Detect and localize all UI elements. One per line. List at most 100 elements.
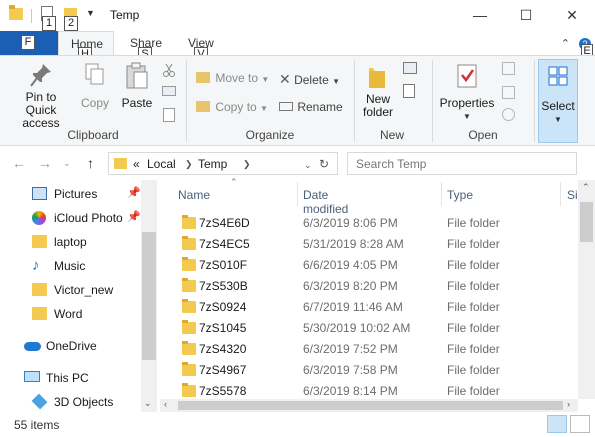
folder-icon <box>182 362 196 376</box>
window-title: Temp <box>110 8 140 22</box>
navigation-bar: ← → ⌄ ↑ « Local ❯ Temp ❯ ⌄ ↻ Search Temp <box>0 147 595 180</box>
back-arrow-icon[interactable]: ← <box>12 155 26 171</box>
nav-item-3d-objects[interactable]: 3D Objects <box>0 390 140 414</box>
horizontal-scroll-thumb[interactable] <box>178 401 563 410</box>
breadcrumb-temp[interactable]: Temp <box>198 157 227 171</box>
new-item-icon[interactable] <box>403 62 417 74</box>
file-name: 7zS010F <box>199 258 248 272</box>
file-keytip: F <box>21 35 35 50</box>
pin-to-quick-access-button[interactable]: Pin to Quick access <box>6 62 76 130</box>
customize-qat-icon[interactable]: ▼ <box>86 8 95 18</box>
search-input[interactable]: Search Temp <box>347 152 577 175</box>
file-row[interactable]: 7zS4967 6/3/2019 7:58 PM File folder <box>170 360 560 381</box>
file-row[interactable]: 7zS4320 6/3/2019 7:52 PM File folder <box>170 339 560 360</box>
file-row[interactable]: 7zS010F 6/6/2019 4:05 PM File folder <box>170 255 560 276</box>
copy-path-icon[interactable] <box>162 86 176 96</box>
file-row[interactable]: 7zS0924 6/7/2019 11:46 AM File folder <box>170 297 560 318</box>
copy-button[interactable]: Copy <box>78 62 112 110</box>
column-divider[interactable] <box>441 182 442 206</box>
pin-icon[interactable]: 📌 <box>127 210 141 223</box>
file-row[interactable]: 7zS4EC5 5/31/2019 8:28 AM File folder <box>170 234 560 255</box>
file-type: File folder <box>447 300 500 314</box>
edit-icon[interactable] <box>502 86 515 99</box>
nav-item-word[interactable]: Word <box>0 302 140 326</box>
easy-access-icon[interactable] <box>403 84 415 98</box>
column-divider[interactable] <box>560 182 561 206</box>
breadcrumb-local[interactable]: Local <box>147 157 176 171</box>
nav-pane-scroll-thumb[interactable] <box>142 232 156 360</box>
file-row[interactable]: 7zS530B 6/3/2019 8:20 PM File folder <box>170 276 560 297</box>
file-date: 6/6/2019 4:05 PM <box>303 258 398 272</box>
vertical-scroll-thumb[interactable] <box>580 202 593 242</box>
scroll-up-icon[interactable]: ⌃ <box>582 182 590 193</box>
file-list-vertical-scrollbar[interactable]: ⌃ <box>578 180 595 399</box>
select-icon <box>548 66 568 86</box>
details-view-icon[interactable] <box>547 415 567 433</box>
select-button[interactable]: Select ▼ <box>538 59 578 143</box>
tab-file[interactable]: F <box>0 31 58 55</box>
file-date: 6/7/2019 11:46 AM <box>303 300 403 314</box>
open-icon[interactable] <box>502 62 515 75</box>
nav-item-pictures[interactable]: Pictures 📌 <box>0 182 141 206</box>
keytip-1: 1 <box>42 16 56 31</box>
pin-icon[interactable]: 📌 <box>127 186 141 199</box>
scroll-down-icon[interactable]: ⌄ <box>144 398 152 409</box>
keytip-2: 2 <box>64 16 78 31</box>
minimize-button[interactable]: — <box>457 0 503 31</box>
file-type: File folder <box>447 321 500 335</box>
large-icons-view-icon[interactable] <box>570 415 590 433</box>
folder-icon <box>182 257 196 271</box>
address-dropdown-icon[interactable]: ⌄ <box>304 160 312 171</box>
nav-item-laptop[interactable]: laptop <box>0 230 140 254</box>
this-pc-icon <box>24 371 40 382</box>
cut-icon[interactable] <box>162 63 176 80</box>
address-overflow[interactable]: « <box>133 157 140 171</box>
history-icon[interactable] <box>502 108 515 121</box>
rename-button[interactable]: Rename <box>279 100 343 114</box>
file-row[interactable]: 7zS4E6D 6/3/2019 8:06 PM File folder <box>170 213 560 234</box>
close-button[interactable]: ✕ <box>549 0 595 31</box>
breadcrumb-separator-icon[interactable]: ❯ <box>185 159 193 170</box>
column-divider[interactable] <box>297 182 298 206</box>
breadcrumb-separator-icon[interactable]: ❯ <box>243 159 251 170</box>
file-type: File folder <box>447 342 500 356</box>
folder-icon <box>182 236 196 250</box>
file-name: 7zS4E6D <box>199 216 250 230</box>
address-bar[interactable]: « Local ❯ Temp ❯ ⌄ ↻ <box>108 152 338 175</box>
move-to-button[interactable]: Move to ▼ <box>196 71 269 85</box>
paste-button[interactable]: Paste <box>118 62 156 110</box>
forward-arrow-icon[interactable]: → <box>38 155 52 171</box>
column-type-label: Type <box>447 188 474 202</box>
up-arrow-icon[interactable]: ↑ <box>87 155 94 171</box>
properties-label: Properties <box>439 96 495 110</box>
nav-pane-scrollbar[interactable]: ⌄ <box>141 180 157 412</box>
maximize-button[interactable]: ☐ <box>503 0 549 31</box>
file-list-horizontal-scrollbar[interactable]: ‹ › <box>160 399 578 412</box>
nav-item-music[interactable]: ♪ Music <box>0 254 140 278</box>
nav-item-onedrive[interactable]: OneDrive <box>0 334 132 358</box>
music-icon: ♪ <box>32 257 40 274</box>
file-row[interactable]: 7zS5578 6/3/2019 8:14 PM File folder <box>170 381 560 399</box>
nav-item-this-pc[interactable]: This PC <box>0 366 132 390</box>
refresh-icon[interactable]: ↻ <box>319 157 329 171</box>
paste-shortcut-icon[interactable] <box>163 108 175 122</box>
folder-icon <box>32 307 47 320</box>
file-row[interactable]: 7zS1045 5/30/2019 10:02 AM File folder <box>170 318 560 339</box>
nav-item-icloud-photos[interactable]: iCloud Photo 📌 <box>0 206 141 230</box>
file-date: 6/3/2019 8:20 PM <box>303 279 398 293</box>
new-folder-button[interactable]: New folder <box>357 62 399 119</box>
copy-to-label: Copy to <box>215 100 257 114</box>
scroll-left-icon[interactable]: ‹ <box>164 399 167 409</box>
scroll-right-icon[interactable]: › <box>567 399 570 409</box>
folder-icon <box>182 215 196 229</box>
select-label: Select <box>541 99 575 113</box>
nav-item-victor-new[interactable]: Victor_new <box>0 278 140 302</box>
window-folder-icon <box>9 5 23 20</box>
nav-item-label: This PC <box>46 371 89 385</box>
delete-button[interactable]: ✕ Delete ▼ <box>279 71 340 88</box>
recent-locations-chevron-icon[interactable]: ⌄ <box>63 158 71 169</box>
copy-to-button[interactable]: Copy to ▼ <box>196 100 268 114</box>
folder-icon <box>32 283 47 296</box>
properties-button[interactable]: Properties ▼ <box>437 62 497 123</box>
collapse-ribbon-icon[interactable]: ⌃ <box>561 38 570 50</box>
